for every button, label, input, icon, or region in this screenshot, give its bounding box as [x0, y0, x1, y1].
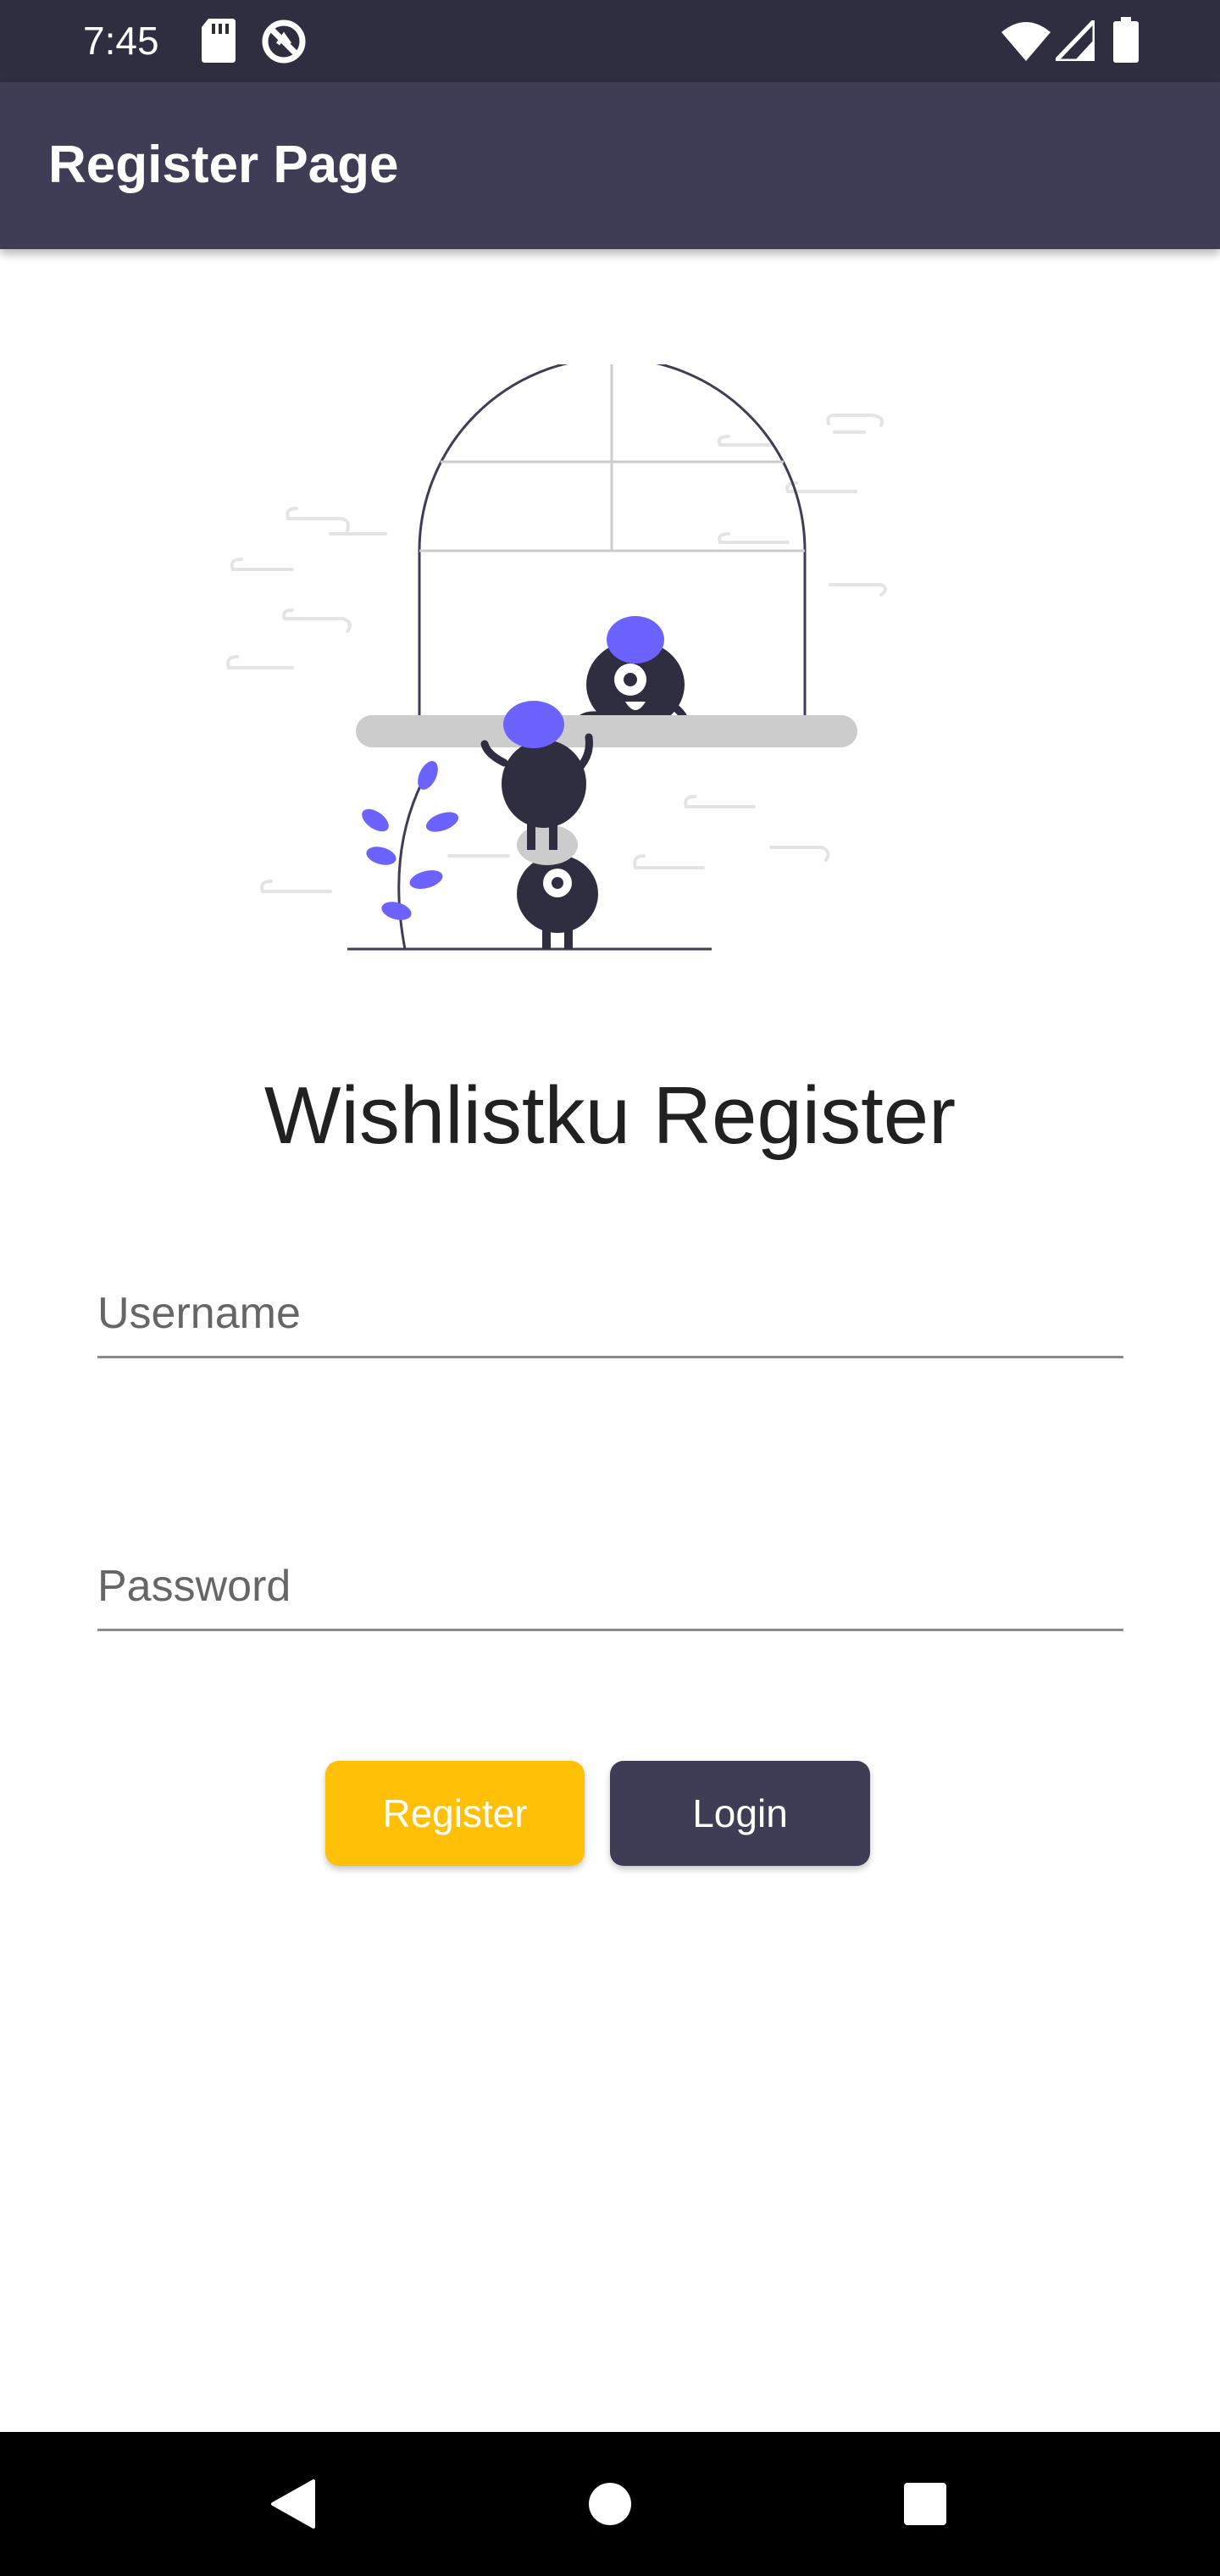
signal-icon: [1053, 18, 1097, 65]
app-heading: Wishlistku Register: [263, 1070, 957, 1161]
username-field: [97, 1271, 1123, 1358]
home-icon[interactable]: [576, 2432, 644, 2576]
no-sync-icon: [261, 19, 307, 69]
status-bar: 7:45: [0, 0, 1220, 82]
app-bar: Register Page: [0, 82, 1220, 249]
back-icon[interactable]: [254, 2432, 330, 2576]
recents-icon[interactable]: [891, 2432, 959, 2576]
status-time: 7:45: [83, 19, 159, 63]
wifi-icon: [1001, 22, 1051, 65]
navigation-bar: [0, 2432, 1220, 2576]
register-button[interactable]: Register: [325, 1761, 585, 1866]
register-screen: 7:45 Register Page Wishlistku Register U…: [0, 0, 1220, 2576]
monster-top: [574, 616, 692, 735]
register-illustration: [226, 364, 887, 951]
sd-card-icon: [202, 19, 236, 67]
plant: [362, 761, 459, 950]
password-field: [97, 1544, 1123, 1631]
page-title: Register Page: [48, 136, 399, 194]
username-input[interactable]: [97, 1271, 1123, 1356]
battery-icon: [1113, 17, 1139, 67]
login-button[interactable]: Login: [610, 1761, 870, 1866]
windowsill: [356, 715, 857, 747]
password-input[interactable]: [97, 1544, 1123, 1629]
